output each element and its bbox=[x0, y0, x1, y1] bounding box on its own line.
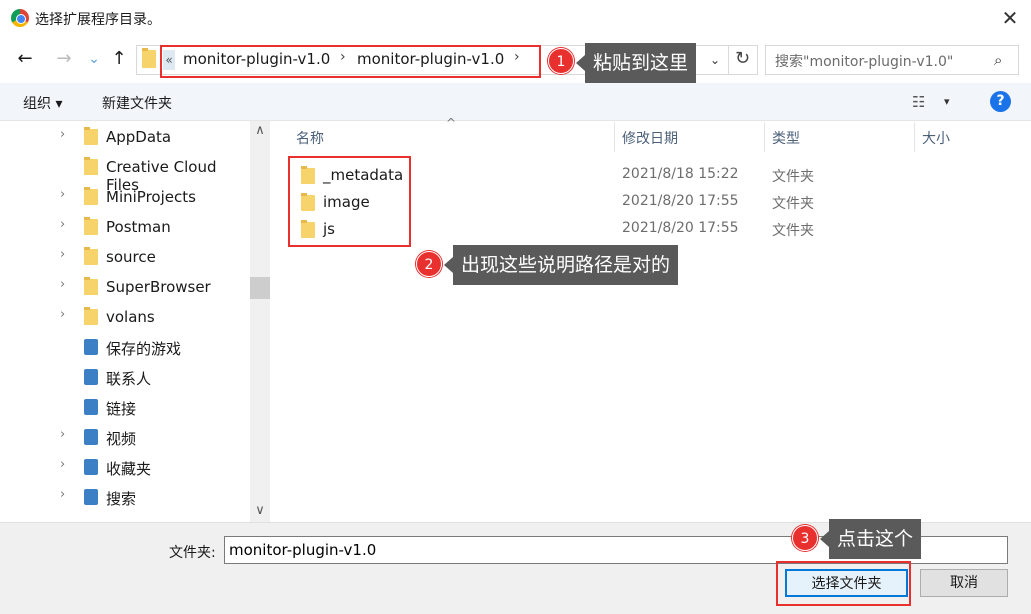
scroll-thumb[interactable] bbox=[250, 277, 270, 299]
expand-chevron-icon[interactable]: › bbox=[60, 247, 65, 262]
annotation-highlight-files bbox=[288, 156, 411, 247]
tree-scrollbar[interactable] bbox=[250, 121, 270, 522]
tree-item-label: 联系人 bbox=[106, 370, 152, 388]
tree-item-label: Postman bbox=[106, 218, 171, 236]
folder-icon bbox=[84, 157, 98, 175]
annotation-badge: 3 bbox=[792, 525, 818, 551]
column-divider[interactable] bbox=[614, 122, 615, 152]
tree-item-label: volans bbox=[106, 308, 155, 326]
tree-item-label: SuperBrowser bbox=[106, 278, 211, 296]
special-folder-icon bbox=[84, 489, 98, 505]
column-header-size[interactable]: 大小 bbox=[922, 128, 950, 148]
tree-item[interactable]: › AppData bbox=[0, 122, 250, 152]
recent-locations-icon[interactable]: ⌄ bbox=[82, 46, 106, 72]
annotation-callout: 粘贴到这里 bbox=[575, 43, 697, 83]
folder-icon bbox=[142, 48, 156, 68]
organize-menu-button[interactable]: 组织 ▾ bbox=[23, 93, 62, 113]
file-type: 文件夹 bbox=[772, 169, 814, 185]
annotation-highlight-address bbox=[160, 45, 541, 78]
tree-item-label: 链接 bbox=[106, 400, 137, 418]
annotation-callout: 出现这些说明路径是对的 bbox=[443, 245, 679, 285]
tree-item[interactable]: 联系人 bbox=[0, 362, 250, 392]
tree-item-label: 收藏夹 bbox=[106, 460, 152, 478]
tree-item-label: AppData bbox=[106, 128, 172, 146]
sort-ascending-icon: ^ bbox=[446, 116, 457, 130]
column-header-date[interactable]: 修改日期 bbox=[622, 128, 678, 148]
tree-item-label: MiniProjects bbox=[106, 188, 196, 206]
file-date: 2021/8/20 17:55 bbox=[622, 193, 739, 209]
column-header-type[interactable]: 类型 bbox=[772, 128, 800, 148]
help-icon[interactable]: ? bbox=[990, 91, 1011, 112]
expand-chevron-icon[interactable]: › bbox=[60, 277, 65, 292]
view-options-icon[interactable]: ☷ bbox=[912, 93, 925, 111]
folder-icon bbox=[84, 187, 98, 205]
annotation-badge: 2 bbox=[416, 251, 442, 277]
annotation-badge: 1 bbox=[548, 48, 574, 74]
view-dropdown-icon[interactable]: ▾ bbox=[944, 95, 950, 108]
tree-item[interactable]: › 收藏夹 bbox=[0, 452, 250, 482]
expand-chevron-icon[interactable]: › bbox=[60, 187, 65, 202]
tree-item[interactable]: › SuperBrowser bbox=[0, 272, 250, 302]
chrome-icon bbox=[11, 9, 29, 27]
tree-item-label: source bbox=[106, 248, 156, 266]
tree-item[interactable]: › MiniProjects bbox=[0, 182, 250, 212]
annotation-highlight-select bbox=[776, 561, 911, 606]
scroll-down-icon[interactable]: ∨ bbox=[250, 503, 270, 518]
search-placeholder: 搜索"monitor-plugin-v1.0" bbox=[775, 54, 954, 70]
tree-item[interactable]: › 视频 bbox=[0, 422, 250, 452]
folder-icon bbox=[84, 217, 98, 235]
search-icon[interactable]: ⌕ bbox=[994, 51, 1002, 69]
tree-item[interactable]: › source bbox=[0, 242, 250, 272]
folder-icon bbox=[84, 127, 98, 145]
refresh-icon[interactable]: ↻ bbox=[728, 45, 756, 75]
special-folder-icon bbox=[84, 339, 98, 355]
file-type: 文件夹 bbox=[772, 196, 814, 212]
folder-icon bbox=[84, 307, 98, 325]
folder-label: 文件夹: bbox=[169, 545, 216, 561]
window-title: 选择扩展程序目录。 bbox=[35, 12, 161, 28]
expand-chevron-icon[interactable]: › bbox=[60, 487, 65, 502]
cancel-button[interactable]: 取消 bbox=[920, 569, 1008, 597]
tree-item[interactable]: 链接 bbox=[0, 392, 250, 422]
folder-icon bbox=[84, 277, 98, 295]
column-header-name[interactable]: 名称 bbox=[296, 128, 324, 148]
column-divider[interactable] bbox=[914, 122, 915, 152]
expand-chevron-icon[interactable]: › bbox=[60, 217, 65, 232]
close-icon[interactable]: ✕ bbox=[996, 4, 1024, 32]
file-type: 文件夹 bbox=[772, 223, 814, 239]
new-folder-button[interactable]: 新建文件夹 bbox=[102, 93, 172, 113]
file-date: 2021/8/18 15:22 bbox=[622, 166, 739, 182]
special-folder-icon bbox=[84, 459, 98, 475]
special-folder-icon bbox=[84, 399, 98, 415]
expand-chevron-icon[interactable]: › bbox=[60, 457, 65, 472]
tree-item[interactable]: Creative Cloud Files bbox=[0, 152, 250, 194]
expand-chevron-icon[interactable]: › bbox=[60, 307, 65, 322]
forward-arrow-icon[interactable]: → bbox=[52, 46, 76, 72]
file-date: 2021/8/20 17:55 bbox=[622, 220, 739, 236]
tree-item-label: 保存的游戏 bbox=[106, 340, 182, 358]
tree-item-label: 搜索 bbox=[106, 490, 137, 508]
special-folder-icon bbox=[84, 429, 98, 445]
folder-icon bbox=[84, 247, 98, 265]
tree-item-label: 视频 bbox=[106, 430, 137, 448]
annotation-callout: 点击这个 bbox=[819, 519, 922, 559]
tree-item[interactable]: 保存的游戏 bbox=[0, 332, 250, 362]
up-arrow-icon[interactable]: ↑ bbox=[107, 46, 131, 72]
tree-item[interactable]: › 搜索 bbox=[0, 482, 250, 512]
expand-chevron-icon[interactable]: › bbox=[60, 127, 65, 142]
tree-item[interactable]: › Postman bbox=[0, 212, 250, 242]
special-folder-icon bbox=[84, 369, 98, 385]
back-arrow-icon[interactable]: ← bbox=[13, 46, 37, 72]
column-divider[interactable] bbox=[764, 122, 765, 152]
address-dropdown-icon[interactable]: ⌄ bbox=[710, 53, 720, 67]
tree-item[interactable]: › volans bbox=[0, 302, 250, 332]
expand-chevron-icon[interactable]: › bbox=[60, 427, 65, 442]
navigation-pane[interactable]: › AppData Creative Cloud Files › MiniProject… bbox=[0, 121, 270, 522]
scroll-up-icon[interactable]: ∧ bbox=[250, 123, 270, 138]
